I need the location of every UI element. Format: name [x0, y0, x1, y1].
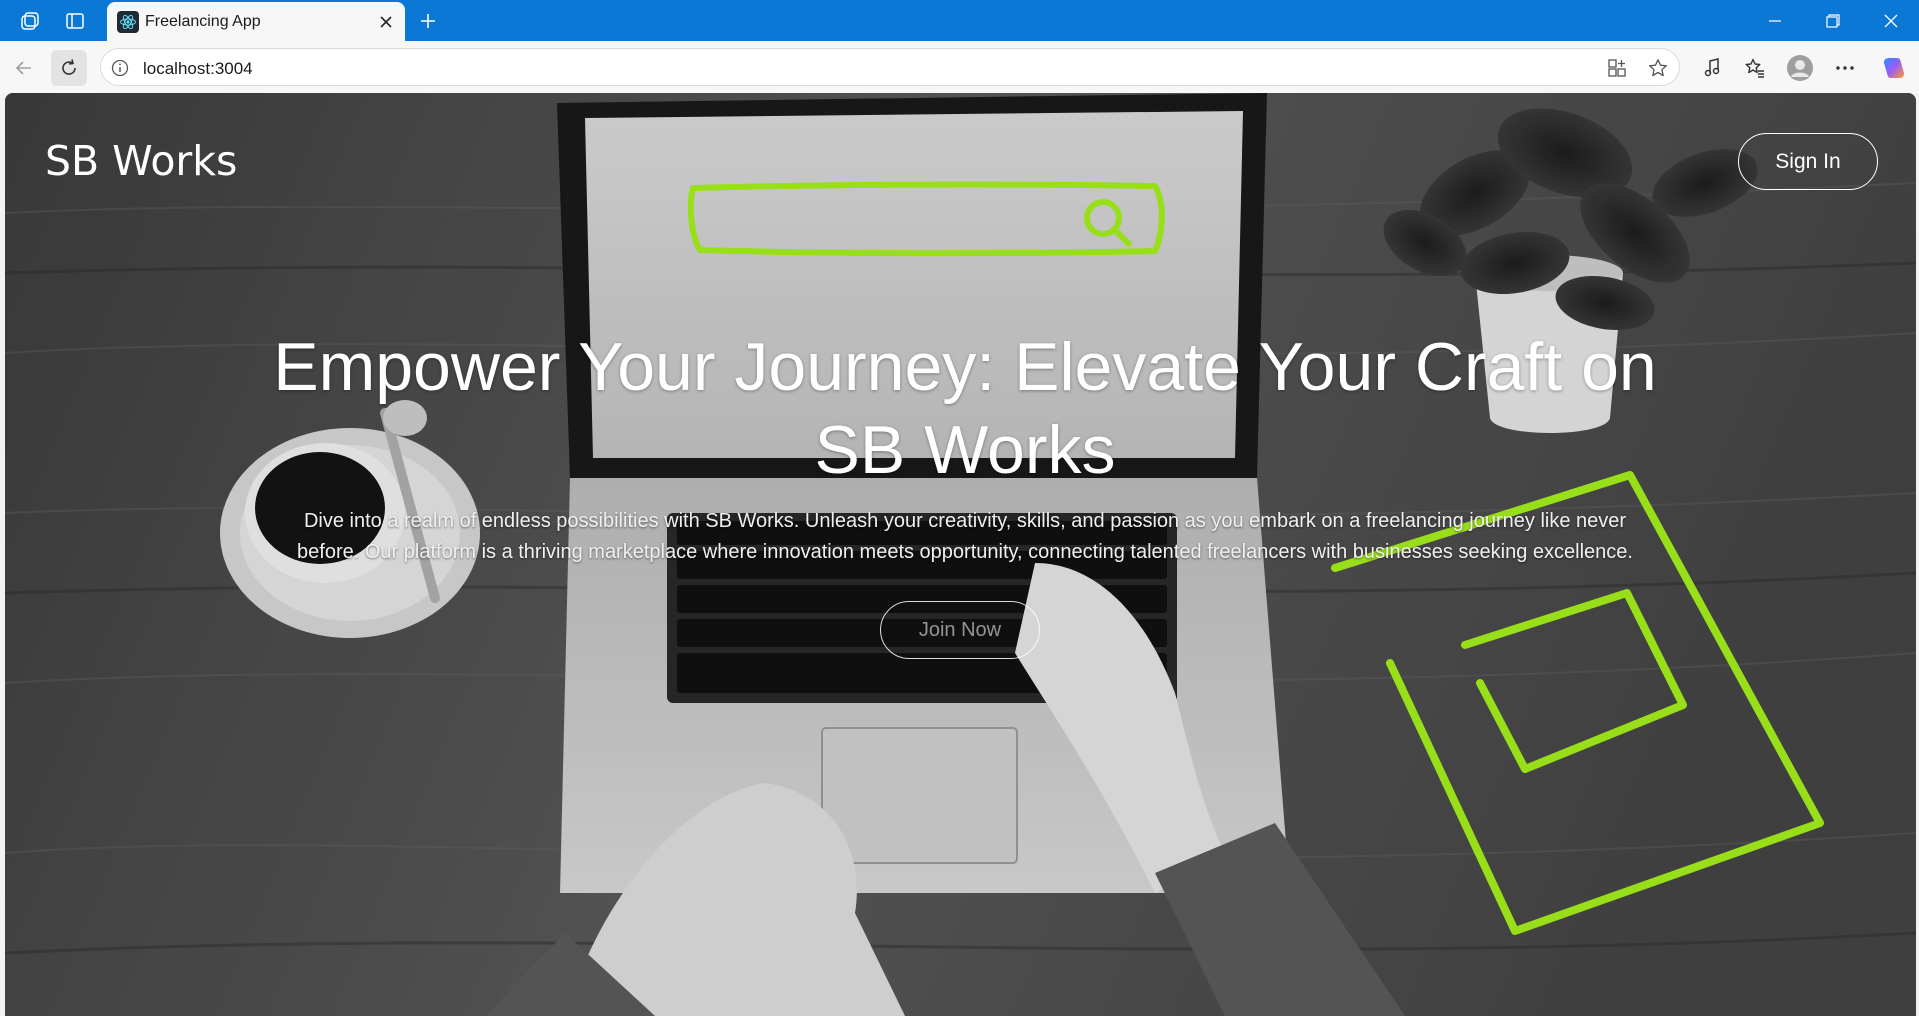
hero-subtitle: Dive into a realm of endless possibiliti… [297, 510, 1633, 563]
profile-avatar-icon[interactable] [1784, 52, 1816, 84]
address-bar[interactable]: localhost:3004 [100, 48, 1680, 86]
hero-section: Empower Your Journey: Elevate Your Craft… [265, 326, 1665, 568]
copilot-icon[interactable] [1878, 52, 1910, 84]
workspaces-icon[interactable] [18, 8, 44, 34]
browser-tab-active[interactable]: Freelancing App [107, 2, 405, 41]
join-now-button[interactable]: Join Now [880, 601, 1040, 659]
new-tab-icon[interactable] [414, 7, 442, 35]
more-options-icon[interactable] [1829, 52, 1861, 84]
app-available-icon[interactable] [1606, 57, 1628, 79]
url-text[interactable]: localhost:3004 [143, 59, 253, 79]
back-icon[interactable] [6, 50, 42, 86]
react-icon [117, 11, 139, 33]
tab-title: Freelancing App [145, 13, 261, 30]
refresh-icon[interactable] [51, 50, 87, 86]
favorites-icon[interactable] [1739, 52, 1771, 84]
hero-title: Empower Your Journey: Elevate Your Craft… [273, 329, 1657, 488]
minimize-icon[interactable] [1752, 6, 1798, 36]
read-aloud-icon[interactable] [1697, 52, 1729, 84]
window-close-icon[interactable] [1868, 6, 1914, 36]
tab-actions-icon[interactable] [62, 8, 88, 34]
site-info-icon[interactable] [111, 59, 129, 77]
sign-in-button[interactable]: Sign In [1738, 133, 1878, 190]
browser-titlebar: Freelancing App [0, 0, 1919, 41]
brand-logo[interactable]: SB Works [45, 137, 237, 185]
favorite-star-icon[interactable] [1647, 57, 1669, 79]
close-icon[interactable] [375, 11, 397, 33]
restore-icon[interactable] [1810, 6, 1856, 36]
page-viewport: SB Works Sign In Empower Your Journey: E… [5, 93, 1916, 1016]
browser-toolbar: localhost:3004 [0, 41, 1919, 93]
